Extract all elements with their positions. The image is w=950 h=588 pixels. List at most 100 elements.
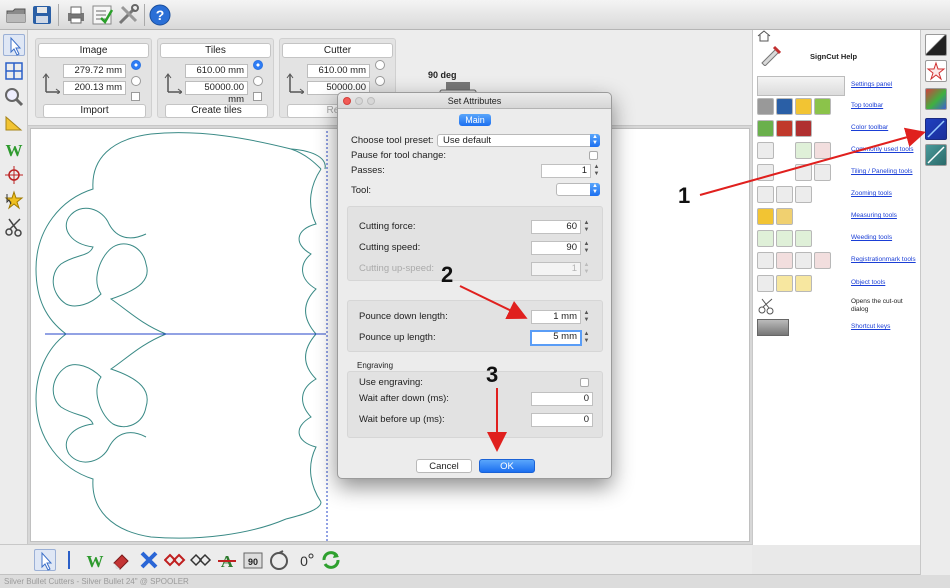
reg-marks-outline-icon[interactable] [189, 549, 212, 571]
pounce-down-stepper[interactable]: ▲ ▼ [583, 310, 590, 324]
open-folder-icon[interactable] [4, 3, 28, 27]
pointer-icon[interactable] [3, 34, 25, 56]
help-link-top-toolbar[interactable]: Top toolbar [851, 102, 883, 109]
image-height-field[interactable]: 200.13 mm [63, 81, 126, 95]
weed-text-icon[interactable]: A [216, 549, 238, 571]
tab-grid-icon[interactable] [925, 144, 947, 166]
help-link-shortcut-keys[interactable]: Shortcut keys [851, 323, 890, 330]
tiles-width-field[interactable]: 610.00 mm [185, 64, 248, 78]
help-item[interactable]: Tiling / Paneling tools [757, 163, 921, 183]
help-item[interactable]: Zooming tools [757, 185, 921, 205]
wait-before-up-input[interactable]: 0 [531, 413, 593, 427]
wait-after-down-input[interactable]: 0 [531, 392, 593, 406]
help-link-settings-panel[interactable]: Settings panel [851, 81, 892, 88]
tiles-height-field[interactable]: 50000.00 mm [185, 81, 248, 105]
rotate-zero-icon[interactable]: 0 [294, 549, 316, 571]
passes-stepper[interactable]: ▲ ▼ [593, 164, 600, 178]
tab-main[interactable]: Main [459, 114, 491, 126]
help-link-zooming-tools[interactable]: Zooming tools [851, 190, 892, 197]
help-item[interactable]: Weeding tools [757, 229, 921, 249]
minimize-window-icon[interactable] [355, 97, 363, 105]
rotate-free-icon[interactable] [268, 549, 290, 571]
axis-icon [42, 73, 60, 94]
pounce-up-input[interactable]: 5 mm [530, 330, 582, 346]
left-toolbar: W [0, 30, 28, 575]
pause-checkbox[interactable] [589, 151, 598, 160]
cutting-speed-input[interactable]: 90 [531, 241, 581, 255]
help-item[interactable]: Measuring tools [757, 207, 921, 227]
help-item[interactable]: Commonly used tools [757, 141, 921, 161]
cutter-radio-mid[interactable] [375, 76, 385, 86]
cutting-force-input[interactable]: 60 [531, 220, 581, 234]
help-link-color-toolbar[interactable]: Color toolbar [851, 124, 888, 131]
checklist-icon[interactable] [90, 3, 114, 27]
tab-star-icon[interactable] [925, 60, 947, 82]
eraser-icon[interactable] [110, 549, 132, 571]
pounce-down-input[interactable]: 1 mm [531, 310, 581, 324]
image-lock-checkbox[interactable] [131, 92, 140, 101]
object-tools-icon[interactable] [3, 190, 25, 212]
registration-mark-icon[interactable] [3, 164, 25, 186]
scissors-icon[interactable] [3, 216, 25, 238]
help-item[interactable]: Shortcut keys [757, 318, 921, 338]
zoom-icon[interactable] [3, 86, 25, 108]
pounce-up-label: Pounce up length: [359, 332, 436, 343]
save-icon[interactable] [30, 3, 54, 27]
use-engraving-checkbox[interactable] [580, 378, 589, 387]
toolbar-divider [58, 4, 59, 26]
help-item[interactable]: Registrationmark tools [757, 251, 921, 271]
cutter-radio-top[interactable] [375, 60, 385, 70]
help-item[interactable]: Top toolbar [757, 97, 921, 117]
help-link-common-tools[interactable]: Commonly used tools [851, 146, 914, 153]
print-icon[interactable] [64, 3, 88, 27]
help-link-object-tools[interactable]: Object tools [851, 279, 885, 286]
tiles-lock-checkbox[interactable] [253, 92, 262, 101]
tiles-group: Tiles 610.00 mm 50000.00 mm Create tiles [157, 38, 274, 118]
close-window-icon[interactable] [343, 97, 351, 105]
help-item[interactable]: Object tools [757, 274, 921, 294]
help-item[interactable]: Settings panel [757, 76, 921, 96]
dialog-title: Set Attributes [338, 93, 611, 109]
tiles-radio-mid[interactable] [253, 76, 263, 86]
passes-input[interactable]: 1 [541, 164, 591, 178]
help-item[interactable]: Color toolbar [757, 119, 921, 139]
rotate-90-icon[interactable]: 90 [242, 549, 264, 571]
measure-icon[interactable] [3, 112, 25, 134]
cutting-speed-stepper[interactable]: ▲ ▼ [583, 241, 590, 255]
tab-line-icon[interactable] [925, 118, 947, 140]
ok-button[interactable]: OK [479, 459, 535, 473]
home-icon[interactable] [757, 30, 771, 42]
callout-1: 1 [678, 183, 691, 208]
tool-preset-select[interactable]: Use default ▲ ▼ [437, 134, 600, 147]
pounce-up-stepper[interactable]: ▲ ▼ [583, 331, 590, 345]
help-link-weeding-tools[interactable]: Weeding tools [851, 234, 892, 241]
refresh-icon[interactable] [320, 549, 342, 571]
tab-help-icon[interactable] [925, 34, 947, 56]
cutting-upspeed-stepper: ▲ ▼ [583, 262, 590, 275]
cutting-force-stepper[interactable]: ▲ ▼ [583, 220, 590, 234]
cancel-button[interactable]: Cancel [416, 459, 472, 473]
zoom-window-icon[interactable] [367, 97, 375, 105]
image-radio-top[interactable] [131, 60, 141, 70]
help-link-tiling-tools[interactable]: Tiling / Paneling tools [851, 168, 913, 175]
help-link-measuring-tools[interactable]: Measuring tools [851, 212, 897, 219]
image-width-field[interactable]: 279.72 mm [63, 64, 126, 78]
tools-icon[interactable] [116, 3, 140, 27]
weeding-icon[interactable]: W [3, 138, 25, 160]
help-icon[interactable]: ? [148, 3, 172, 27]
tool-select[interactable]: ▲ ▼ [556, 183, 600, 196]
image-radio-mid[interactable] [131, 76, 141, 86]
import-button[interactable]: Import [43, 104, 146, 118]
cutter-width-field[interactable]: 610.00 mm [307, 64, 370, 78]
pointer-icon[interactable] [34, 549, 56, 571]
tiling-icon[interactable] [3, 60, 25, 82]
line-tool-icon[interactable] [68, 551, 70, 569]
help-link-registration-tools[interactable]: Registrationmark tools [851, 256, 916, 263]
tiles-radio-top[interactable] [253, 60, 263, 70]
tab-color-icon[interactable] [925, 88, 947, 110]
weed-icon[interactable]: W [84, 549, 106, 571]
reg-marks-red-icon[interactable] [163, 549, 186, 571]
weeding-tools-thumbnail [757, 229, 845, 249]
delete-x-icon[interactable] [138, 549, 160, 571]
create-tiles-button[interactable]: Create tiles [165, 104, 268, 118]
